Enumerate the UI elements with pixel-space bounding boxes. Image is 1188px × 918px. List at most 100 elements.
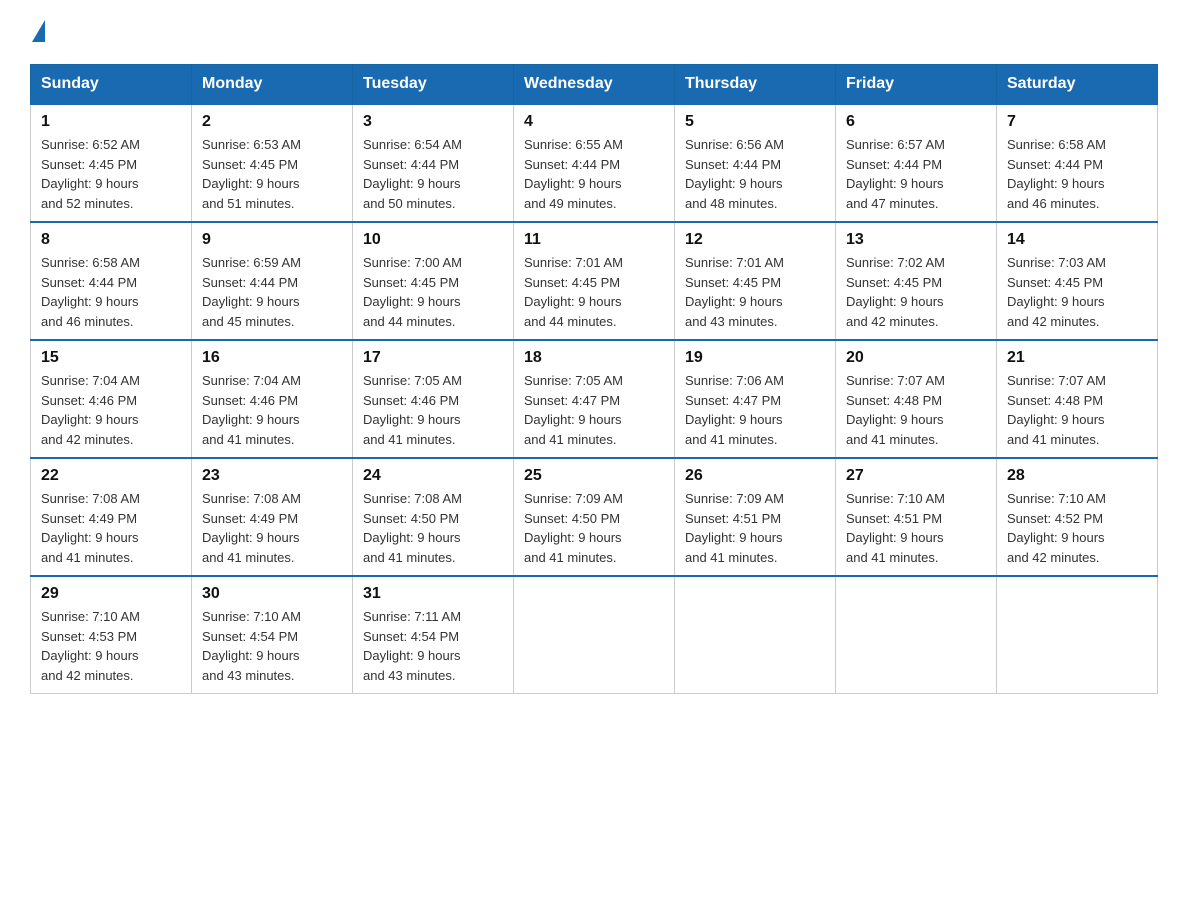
calendar-header-row: SundayMondayTuesdayWednesdayThursdayFrid… [31, 65, 1158, 105]
day-info: Sunrise: 7:07 AM Sunset: 4:48 PM Dayligh… [1007, 371, 1147, 449]
day-number: 13 [846, 231, 986, 249]
day-number: 27 [846, 467, 986, 485]
day-number: 19 [685, 349, 825, 367]
day-cell-26: 26 Sunrise: 7:09 AM Sunset: 4:51 PM Dayl… [675, 458, 836, 576]
column-header-tuesday: Tuesday [353, 65, 514, 105]
column-header-friday: Friday [836, 65, 997, 105]
day-cell-16: 16 Sunrise: 7:04 AM Sunset: 4:46 PM Dayl… [192, 340, 353, 458]
day-cell-3: 3 Sunrise: 6:54 AM Sunset: 4:44 PM Dayli… [353, 104, 514, 222]
day-info: Sunrise: 6:57 AM Sunset: 4:44 PM Dayligh… [846, 135, 986, 213]
day-number: 6 [846, 113, 986, 131]
day-info: Sunrise: 6:56 AM Sunset: 4:44 PM Dayligh… [685, 135, 825, 213]
day-number: 14 [1007, 231, 1147, 249]
day-info: Sunrise: 7:02 AM Sunset: 4:45 PM Dayligh… [846, 253, 986, 331]
day-cell-24: 24 Sunrise: 7:08 AM Sunset: 4:50 PM Dayl… [353, 458, 514, 576]
day-info: Sunrise: 6:53 AM Sunset: 4:45 PM Dayligh… [202, 135, 342, 213]
empty-cell [997, 576, 1158, 694]
day-number: 1 [41, 113, 181, 131]
day-cell-19: 19 Sunrise: 7:06 AM Sunset: 4:47 PM Dayl… [675, 340, 836, 458]
day-cell-1: 1 Sunrise: 6:52 AM Sunset: 4:45 PM Dayli… [31, 104, 192, 222]
week-row-5: 29 Sunrise: 7:10 AM Sunset: 4:53 PM Dayl… [31, 576, 1158, 694]
page-header [30, 20, 1158, 44]
day-number: 15 [41, 349, 181, 367]
day-number: 21 [1007, 349, 1147, 367]
week-row-3: 15 Sunrise: 7:04 AM Sunset: 4:46 PM Dayl… [31, 340, 1158, 458]
day-info: Sunrise: 7:01 AM Sunset: 4:45 PM Dayligh… [524, 253, 664, 331]
day-info: Sunrise: 7:10 AM Sunset: 4:51 PM Dayligh… [846, 489, 986, 567]
day-number: 3 [363, 113, 503, 131]
day-info: Sunrise: 7:00 AM Sunset: 4:45 PM Dayligh… [363, 253, 503, 331]
column-header-sunday: Sunday [31, 65, 192, 105]
empty-cell [675, 576, 836, 694]
day-number: 2 [202, 113, 342, 131]
day-cell-29: 29 Sunrise: 7:10 AM Sunset: 4:53 PM Dayl… [31, 576, 192, 694]
day-number: 4 [524, 113, 664, 131]
empty-cell [514, 576, 675, 694]
day-number: 29 [41, 585, 181, 603]
day-cell-31: 31 Sunrise: 7:11 AM Sunset: 4:54 PM Dayl… [353, 576, 514, 694]
day-cell-15: 15 Sunrise: 7:04 AM Sunset: 4:46 PM Dayl… [31, 340, 192, 458]
day-cell-6: 6 Sunrise: 6:57 AM Sunset: 4:44 PM Dayli… [836, 104, 997, 222]
day-cell-11: 11 Sunrise: 7:01 AM Sunset: 4:45 PM Dayl… [514, 222, 675, 340]
day-cell-2: 2 Sunrise: 6:53 AM Sunset: 4:45 PM Dayli… [192, 104, 353, 222]
day-number: 5 [685, 113, 825, 131]
day-info: Sunrise: 6:59 AM Sunset: 4:44 PM Dayligh… [202, 253, 342, 331]
day-info: Sunrise: 6:58 AM Sunset: 4:44 PM Dayligh… [41, 253, 181, 331]
day-number: 31 [363, 585, 503, 603]
day-number: 28 [1007, 467, 1147, 485]
day-cell-27: 27 Sunrise: 7:10 AM Sunset: 4:51 PM Dayl… [836, 458, 997, 576]
column-header-saturday: Saturday [997, 65, 1158, 105]
calendar-table: SundayMondayTuesdayWednesdayThursdayFrid… [30, 64, 1158, 694]
day-number: 9 [202, 231, 342, 249]
day-cell-30: 30 Sunrise: 7:10 AM Sunset: 4:54 PM Dayl… [192, 576, 353, 694]
day-info: Sunrise: 6:54 AM Sunset: 4:44 PM Dayligh… [363, 135, 503, 213]
column-header-thursday: Thursday [675, 65, 836, 105]
day-cell-4: 4 Sunrise: 6:55 AM Sunset: 4:44 PM Dayli… [514, 104, 675, 222]
day-cell-25: 25 Sunrise: 7:09 AM Sunset: 4:50 PM Dayl… [514, 458, 675, 576]
day-number: 22 [41, 467, 181, 485]
day-info: Sunrise: 7:10 AM Sunset: 4:52 PM Dayligh… [1007, 489, 1147, 567]
day-cell-17: 17 Sunrise: 7:05 AM Sunset: 4:46 PM Dayl… [353, 340, 514, 458]
day-info: Sunrise: 7:04 AM Sunset: 4:46 PM Dayligh… [202, 371, 342, 449]
day-number: 16 [202, 349, 342, 367]
day-info: Sunrise: 6:58 AM Sunset: 4:44 PM Dayligh… [1007, 135, 1147, 213]
day-info: Sunrise: 7:01 AM Sunset: 4:45 PM Dayligh… [685, 253, 825, 331]
day-cell-14: 14 Sunrise: 7:03 AM Sunset: 4:45 PM Dayl… [997, 222, 1158, 340]
day-number: 25 [524, 467, 664, 485]
day-number: 20 [846, 349, 986, 367]
empty-cell [836, 576, 997, 694]
day-cell-23: 23 Sunrise: 7:08 AM Sunset: 4:49 PM Dayl… [192, 458, 353, 576]
day-cell-12: 12 Sunrise: 7:01 AM Sunset: 4:45 PM Dayl… [675, 222, 836, 340]
day-info: Sunrise: 7:10 AM Sunset: 4:54 PM Dayligh… [202, 607, 342, 685]
column-header-monday: Monday [192, 65, 353, 105]
day-info: Sunrise: 7:03 AM Sunset: 4:45 PM Dayligh… [1007, 253, 1147, 331]
day-number: 17 [363, 349, 503, 367]
day-number: 23 [202, 467, 342, 485]
day-cell-13: 13 Sunrise: 7:02 AM Sunset: 4:45 PM Dayl… [836, 222, 997, 340]
day-info: Sunrise: 7:09 AM Sunset: 4:50 PM Dayligh… [524, 489, 664, 567]
day-cell-7: 7 Sunrise: 6:58 AM Sunset: 4:44 PM Dayli… [997, 104, 1158, 222]
day-number: 11 [524, 231, 664, 249]
day-number: 10 [363, 231, 503, 249]
day-number: 7 [1007, 113, 1147, 131]
day-info: Sunrise: 7:09 AM Sunset: 4:51 PM Dayligh… [685, 489, 825, 567]
day-cell-10: 10 Sunrise: 7:00 AM Sunset: 4:45 PM Dayl… [353, 222, 514, 340]
day-number: 30 [202, 585, 342, 603]
day-cell-8: 8 Sunrise: 6:58 AM Sunset: 4:44 PM Dayli… [31, 222, 192, 340]
day-info: Sunrise: 7:08 AM Sunset: 4:49 PM Dayligh… [41, 489, 181, 567]
day-cell-22: 22 Sunrise: 7:08 AM Sunset: 4:49 PM Dayl… [31, 458, 192, 576]
day-info: Sunrise: 7:05 AM Sunset: 4:47 PM Dayligh… [524, 371, 664, 449]
week-row-2: 8 Sunrise: 6:58 AM Sunset: 4:44 PM Dayli… [31, 222, 1158, 340]
column-header-wednesday: Wednesday [514, 65, 675, 105]
day-info: Sunrise: 7:05 AM Sunset: 4:46 PM Dayligh… [363, 371, 503, 449]
day-number: 8 [41, 231, 181, 249]
day-cell-5: 5 Sunrise: 6:56 AM Sunset: 4:44 PM Dayli… [675, 104, 836, 222]
day-info: Sunrise: 7:10 AM Sunset: 4:53 PM Dayligh… [41, 607, 181, 685]
day-cell-9: 9 Sunrise: 6:59 AM Sunset: 4:44 PM Dayli… [192, 222, 353, 340]
day-number: 26 [685, 467, 825, 485]
week-row-1: 1 Sunrise: 6:52 AM Sunset: 4:45 PM Dayli… [31, 104, 1158, 222]
day-number: 24 [363, 467, 503, 485]
day-cell-18: 18 Sunrise: 7:05 AM Sunset: 4:47 PM Dayl… [514, 340, 675, 458]
day-cell-21: 21 Sunrise: 7:07 AM Sunset: 4:48 PM Dayl… [997, 340, 1158, 458]
day-cell-28: 28 Sunrise: 7:10 AM Sunset: 4:52 PM Dayl… [997, 458, 1158, 576]
